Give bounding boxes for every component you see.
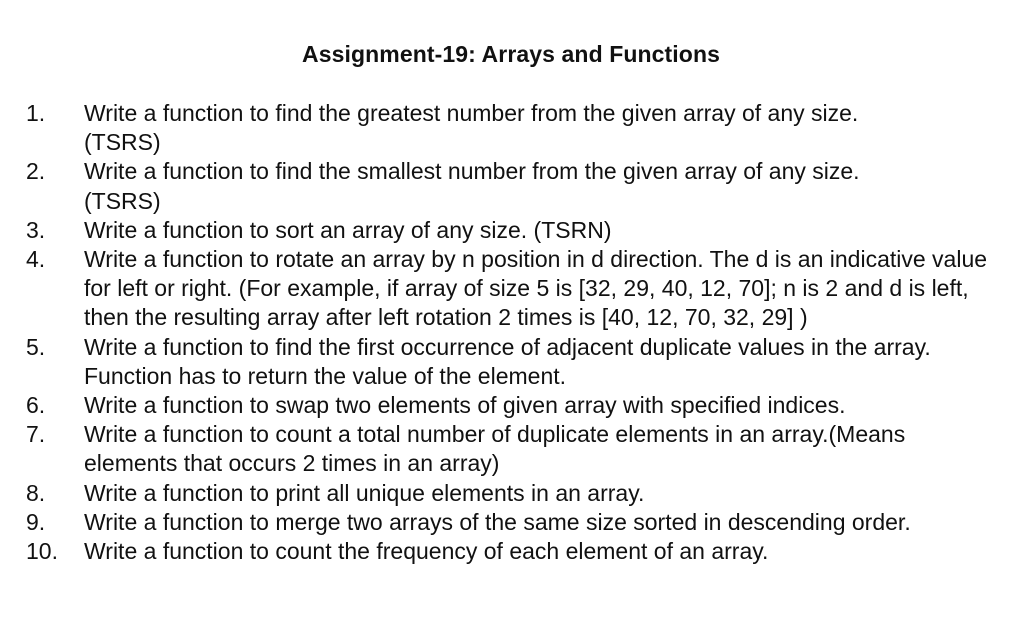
- item-text: Write a function to swap two elements of…: [84, 392, 846, 419]
- list-item: 9. Write a function to merge two arrays …: [26, 508, 1026, 537]
- list-item: 8. Write a function to print all unique …: [26, 479, 1026, 508]
- list-item: 5. Write a function to find the first oc…: [26, 333, 1026, 391]
- item-number: 8.: [26, 479, 46, 506]
- item-number: 1.: [26, 100, 46, 126]
- document-page: Assignment-19: Arrays and Functions 1. W…: [0, 0, 1036, 636]
- item-number: 4.: [26, 246, 46, 273]
- item-text: Write a function to find the first occur…: [84, 333, 931, 389]
- assignment-list: 1. Write a function to find the greatest…: [26, 99, 1026, 566]
- item-text: Write a function to find the greatest nu…: [84, 100, 859, 156]
- item-text: Write a function to count a total number…: [84, 421, 906, 477]
- list-item: 10. Write a function to count the freque…: [26, 537, 1026, 566]
- list-item: 3. Write a function to sort an array of …: [26, 216, 1026, 245]
- list-item: 6. Write a function to swap two elements…: [26, 391, 1026, 420]
- item-text: Write a function to print all unique ele…: [84, 479, 645, 506]
- list-item: 1. Write a function to find the greatest…: [26, 99, 1026, 157]
- item-text: Write a function to count the frequency …: [84, 538, 769, 565]
- item-text: Write a function to merge two arrays of …: [84, 508, 911, 535]
- item-number: 7.: [26, 421, 46, 448]
- item-number: 6.: [26, 392, 46, 419]
- document-title: Assignment-19: Arrays and Functions: [301, 41, 720, 67]
- list-item: 7. Write a function to count a total num…: [26, 420, 1026, 478]
- item-text: Write a function to sort an array of any…: [84, 216, 612, 243]
- item-number: 2.: [26, 158, 46, 185]
- list-item: 4. Write a function to rotate an array b…: [26, 245, 1026, 333]
- item-text: Write a function to find the smallest nu…: [84, 158, 860, 214]
- item-number: 10.: [26, 538, 58, 565]
- list-item: 2. Write a function to find the smallest…: [26, 157, 1026, 215]
- item-number: 5.: [26, 333, 46, 360]
- item-number: 3.: [26, 216, 46, 243]
- item-text: Write a function to rotate an array by n…: [84, 246, 988, 331]
- item-number: 9.: [26, 508, 46, 535]
